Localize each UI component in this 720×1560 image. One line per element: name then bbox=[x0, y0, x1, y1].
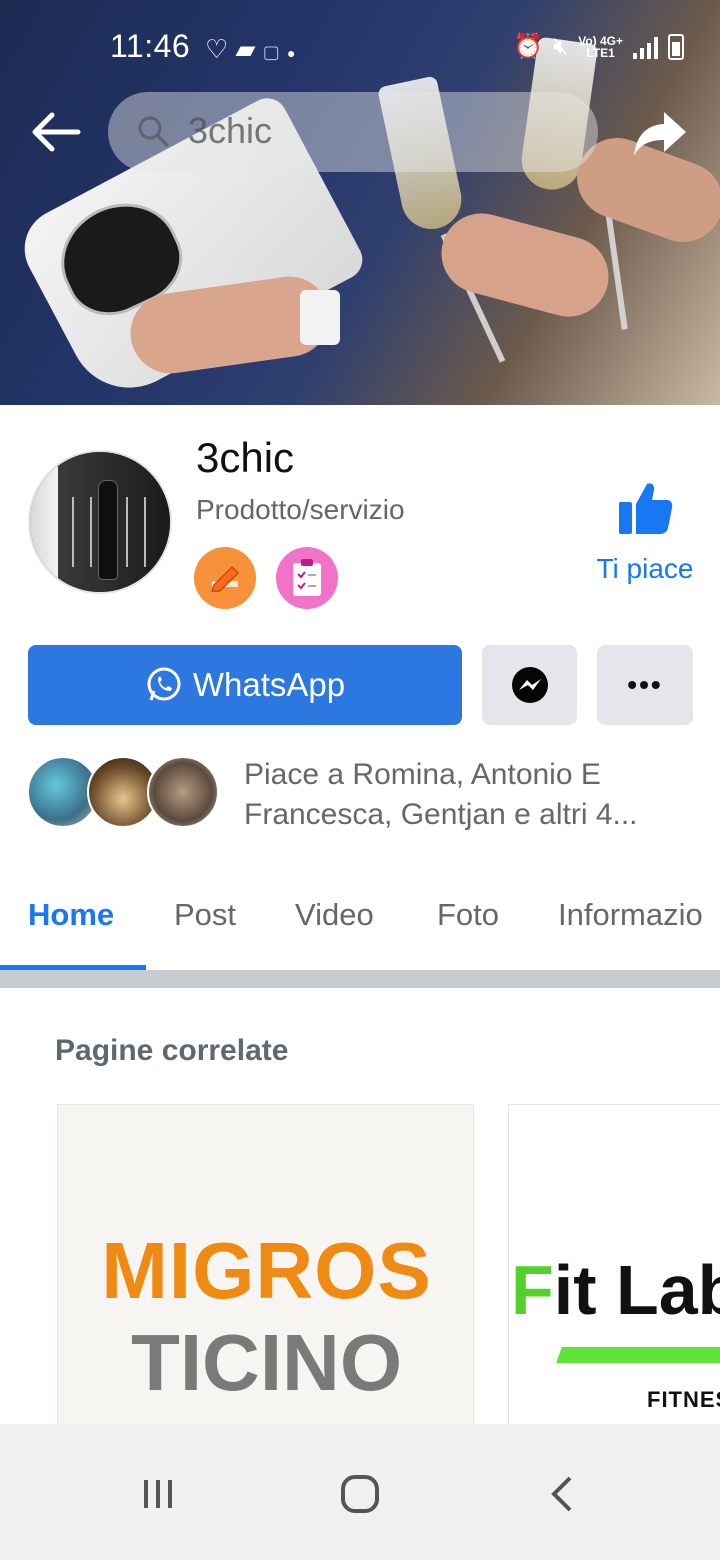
tab-video[interactable]: Video bbox=[295, 897, 374, 933]
cover-hand bbox=[432, 204, 618, 326]
related-pages-title: Pagine correlate bbox=[55, 1034, 289, 1067]
related-page-card[interactable]: Fit Lab FITNESS bbox=[508, 1104, 720, 1434]
whatsapp-icon bbox=[147, 667, 181, 701]
status-time: 11:46 bbox=[110, 28, 191, 64]
fitlab-logo-sub: FITNESS bbox=[647, 1387, 720, 1412]
status-left-icons: ♡ ▰ ▢ ● bbox=[205, 34, 296, 65]
messenger-icon bbox=[511, 667, 548, 703]
page-tabs: Home Post Video Foto Informazio bbox=[0, 875, 720, 970]
like-button[interactable]: Ti piace bbox=[590, 478, 700, 585]
message-icon: ▰ bbox=[235, 34, 256, 64]
status-bar: 11:46 ♡ ▰ ▢ ● ⏰ 🔇︎ Vo) 4G+ LTE1 bbox=[0, 20, 720, 76]
liked-by-text[interactable]: Piace a Romina, Antonio E Francesca, Gen… bbox=[244, 755, 704, 835]
recent-apps-icon[interactable] bbox=[128, 1464, 188, 1524]
migros-logo-line1: MIGROS bbox=[101, 1226, 432, 1315]
profile-avatar[interactable] bbox=[28, 450, 172, 594]
fitlab-logo: Fit Lab bbox=[511, 1251, 720, 1329]
network-icon: Vo) 4G+ LTE1 bbox=[578, 33, 623, 60]
tab-home[interactable]: Home bbox=[28, 897, 114, 933]
alarm-icon: ⏰ bbox=[513, 33, 544, 60]
tab-foto[interactable]: Foto bbox=[437, 897, 499, 933]
more-icon: ••• bbox=[627, 669, 663, 700]
thumbs-up-icon bbox=[619, 483, 673, 534]
more-options-button[interactable]: ••• bbox=[597, 645, 693, 725]
tab-post[interactable]: Post bbox=[174, 897, 236, 933]
whatsapp-label: WhatsApp bbox=[192, 666, 346, 703]
share-icon[interactable] bbox=[630, 102, 690, 162]
signal-icon bbox=[633, 35, 658, 59]
tab-informazioni[interactable]: Informazio bbox=[558, 897, 703, 933]
like-label: Ti piace bbox=[596, 553, 694, 584]
friend-avatars[interactable] bbox=[27, 756, 219, 830]
whatsapp-button[interactable]: WhatsApp bbox=[28, 645, 462, 725]
related-page-card[interactable]: MIGROS TICINO bbox=[57, 1104, 474, 1434]
status-right-icons: ⏰ 🔇︎ Vo) 4G+ LTE1 bbox=[513, 32, 684, 61]
cover-cuff bbox=[300, 290, 340, 345]
system-nav-bar bbox=[0, 1424, 720, 1560]
avatar bbox=[147, 756, 219, 828]
page-title: 3chic bbox=[196, 434, 295, 481]
search-bar[interactable]: 3chic bbox=[108, 92, 598, 172]
heart-check-icon: ♡ bbox=[205, 34, 229, 64]
messenger-button[interactable] bbox=[482, 645, 577, 725]
page-category: Prodotto/servizio bbox=[196, 494, 405, 525]
back-arrow-icon[interactable] bbox=[28, 105, 82, 159]
search-query: 3chic bbox=[188, 110, 273, 151]
pencil-badge-icon[interactable] bbox=[194, 547, 256, 609]
back-icon[interactable] bbox=[532, 1464, 592, 1524]
search-icon bbox=[138, 116, 169, 147]
dot-icon: ● bbox=[287, 45, 296, 61]
home-icon[interactable] bbox=[330, 1464, 390, 1524]
gallery-icon: ▢ bbox=[262, 42, 280, 62]
checklist-badge-icon[interactable] bbox=[276, 547, 338, 609]
mute-icon: 🔇︎ bbox=[553, 32, 569, 60]
fitlab-logo-bar bbox=[556, 1347, 720, 1363]
migros-logo-line2: TICINO bbox=[130, 1318, 403, 1407]
battery-icon bbox=[668, 33, 684, 60]
section-divider bbox=[0, 970, 720, 988]
